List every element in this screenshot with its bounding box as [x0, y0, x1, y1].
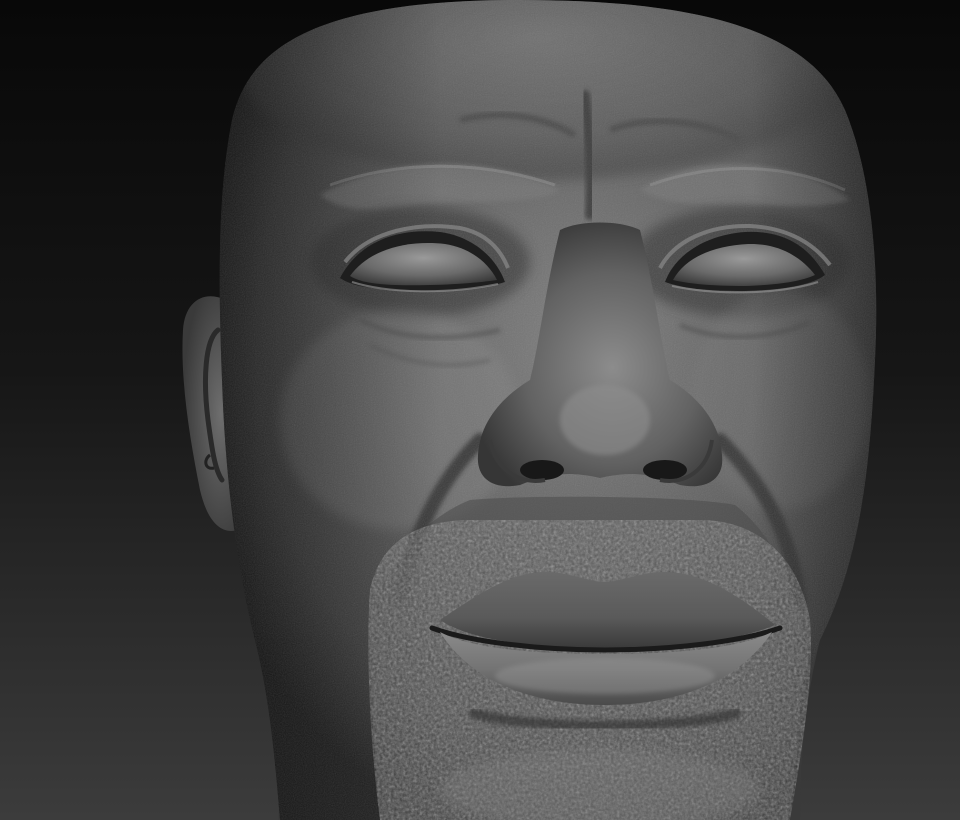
left-nostril — [520, 460, 564, 480]
right-nostril — [643, 460, 687, 480]
nose-tip — [560, 385, 650, 455]
sculpt-render — [0, 0, 960, 820]
sculpt-viewport[interactable] — [0, 0, 960, 820]
